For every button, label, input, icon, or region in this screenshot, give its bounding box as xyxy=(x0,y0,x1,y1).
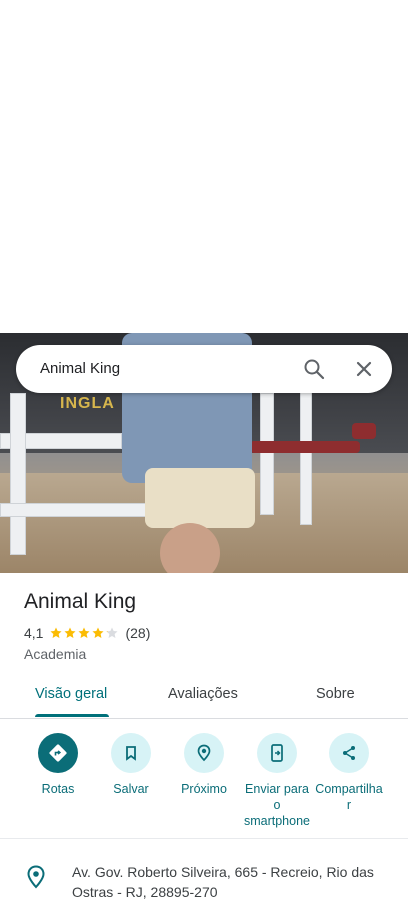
save-label: Salvar xyxy=(113,782,149,796)
place-tabs: Visão geral Avaliações Sobre xyxy=(0,676,408,719)
send-label-line1: Enviar para xyxy=(245,782,309,796)
gym-bench-pad xyxy=(250,441,360,453)
search-input[interactable]: Animal King xyxy=(40,345,120,393)
search-icon[interactable] xyxy=(302,357,326,381)
directions-button[interactable]: Rotas xyxy=(18,733,98,797)
gym-rack xyxy=(10,393,26,555)
person-shorts xyxy=(145,468,255,528)
rating-stars xyxy=(49,626,119,640)
send-to-phone-icon xyxy=(257,733,297,773)
directions-label: Rotas xyxy=(41,782,75,796)
star-icon xyxy=(78,627,91,638)
review-count[interactable]: (28) xyxy=(125,625,150,641)
gym-rack xyxy=(260,393,274,515)
section-divider xyxy=(0,838,408,839)
action-row: Rotas Salvar Próximo Enviar para o smart… xyxy=(0,733,408,833)
star-icon xyxy=(50,627,63,638)
tab-about[interactable]: Sobre xyxy=(316,676,355,718)
gym-bench-pad xyxy=(352,423,376,439)
place-address[interactable]: Av. Gov. Roberto Silveira, 665 - Recreio… xyxy=(72,862,392,902)
nearby-button[interactable]: Próximo xyxy=(164,733,244,797)
place-category: Academia xyxy=(24,646,87,662)
send-to-phone-label: Enviar para o smartphone xyxy=(237,781,317,829)
gym-rack xyxy=(0,503,152,517)
rating-row[interactable]: 4,1 (28) xyxy=(24,625,150,641)
close-icon[interactable] xyxy=(352,357,376,381)
star-icon xyxy=(64,627,77,638)
place-title: Animal King xyxy=(24,590,137,613)
tab-overview[interactable]: Visão geral xyxy=(35,676,107,718)
share-label: Compartilha r xyxy=(309,781,389,813)
location-pin-icon xyxy=(27,865,45,889)
search-bar[interactable]: Animal King xyxy=(16,345,392,393)
share-icon xyxy=(329,733,369,773)
gym-sign: INGLA xyxy=(60,395,115,412)
directions-icon xyxy=(38,733,78,773)
share-label-line2: r xyxy=(346,798,352,812)
tab-reviews[interactable]: Avaliações xyxy=(168,676,238,718)
bookmark-icon xyxy=(111,733,151,773)
active-tab-indicator xyxy=(35,714,109,717)
share-label-line1: Compartilha xyxy=(315,782,383,796)
nearby-icon xyxy=(184,733,224,773)
star-icon xyxy=(106,627,119,638)
send-label-line2: o xyxy=(273,798,281,812)
send-label-line3: smartphone xyxy=(243,814,310,828)
star-icon xyxy=(92,627,105,638)
send-to-phone-button[interactable]: Enviar para o smartphone xyxy=(237,733,317,829)
share-button[interactable]: Compartilha r xyxy=(309,733,389,813)
nearby-label: Próximo xyxy=(181,782,227,796)
rating-value: 4,1 xyxy=(24,625,44,641)
save-button[interactable]: Salvar xyxy=(91,733,171,797)
